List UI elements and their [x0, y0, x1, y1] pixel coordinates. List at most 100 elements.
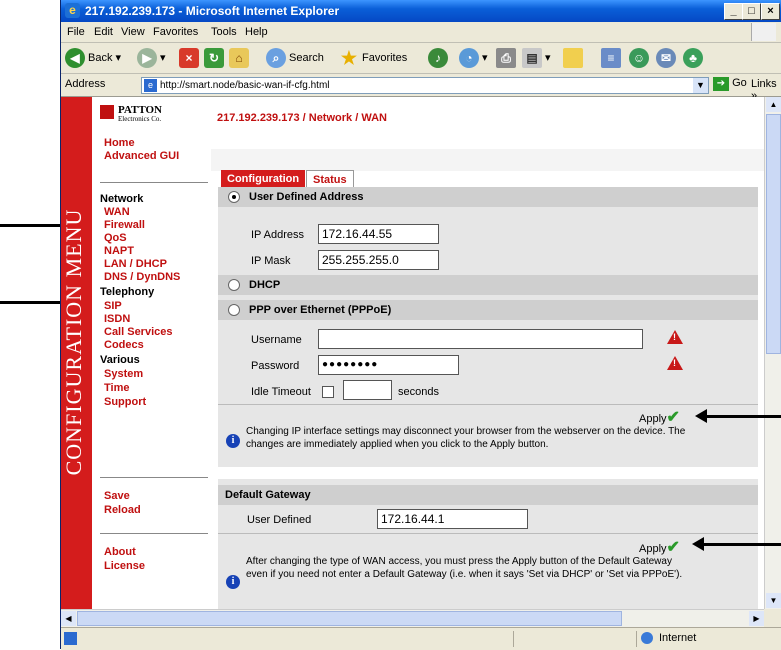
go-arrow-icon: ➔	[713, 77, 729, 91]
star-icon: ★	[340, 48, 358, 69]
section-label: Default Gateway	[225, 489, 311, 501]
edit-button[interactable]: ▤ ▾	[522, 48, 551, 69]
tab-configuration[interactable]: Configuration	[221, 170, 306, 188]
sidebar-item-isdn[interactable]: ISDN	[104, 313, 130, 325]
sidebar-item-lan-dhcp[interactable]: LAN / DHCP	[104, 258, 167, 270]
gateway-note: After changing the type of WAN access, y…	[246, 556, 683, 580]
scroll-left-icon[interactable]: ◀	[61, 611, 76, 626]
home-button[interactable]: ⌂	[229, 48, 252, 69]
close-button[interactable]: ×	[761, 3, 780, 20]
nav-heading-telephony: Telephony	[100, 286, 155, 298]
radio-pppoe[interactable]	[228, 304, 240, 316]
idle-timeout-input[interactable]	[343, 380, 392, 400]
tab-status[interactable]: Status	[306, 170, 354, 188]
toolbar: ◀ Back ▾ ▶ ▾ × ↻ ⌂ ⌕ Search ★ Favorites ♪ ◔ ▾…	[61, 43, 781, 74]
sidebar-item-firewall[interactable]: Firewall	[104, 219, 145, 231]
username-input[interactable]	[318, 329, 643, 349]
scroll-thumb[interactable]	[766, 114, 781, 354]
nav-heading-various: Various	[100, 354, 140, 366]
discuss-button[interactable]: ✉	[656, 48, 679, 69]
favorites-label: Favorites	[362, 52, 408, 64]
menu-help[interactable]: Help	[245, 26, 268, 38]
search-button[interactable]: ⌕ Search	[266, 48, 324, 69]
ip-address-input[interactable]: 172.16.44.55	[318, 224, 439, 244]
sidebar-item-home[interactable]: Home	[104, 137, 135, 149]
menu-tools[interactable]: Tools	[211, 26, 237, 38]
check-icon: ✔	[666, 539, 680, 556]
radio-user-defined[interactable]	[228, 191, 240, 203]
sidebar-item-system[interactable]: System	[104, 368, 143, 380]
sidebar-item-codecs[interactable]: Codecs	[104, 339, 144, 351]
sidebar-item-dns-dyndns[interactable]: DNS / DynDNS	[104, 271, 180, 283]
sidebar-item-support[interactable]: Support	[104, 396, 146, 408]
menu-edit[interactable]: Edit	[94, 26, 113, 38]
stop-button[interactable]: ×	[179, 48, 202, 69]
section-label: User Defined Address	[249, 191, 364, 203]
go-label: Go	[732, 77, 747, 89]
sidebar-item-call-services[interactable]: Call Services	[104, 326, 173, 338]
messenger-button[interactable]: ☺	[629, 48, 652, 69]
section-pppoe: PPP over Ethernet (PPPoE)	[218, 300, 758, 320]
tab-strip	[211, 149, 764, 171]
go-button[interactable]: ➔ Go	[713, 77, 747, 91]
password-input[interactable]: ●●●●●●●●	[318, 355, 459, 375]
apply-button-1[interactable]: Apply✔	[639, 407, 680, 427]
ip-mask-input[interactable]: 255.255.255.0	[318, 250, 439, 270]
horizontal-scrollbar[interactable]: ◀ ▶	[61, 609, 764, 627]
folder-button[interactable]	[563, 48, 586, 69]
back-label: Back	[88, 52, 113, 64]
scroll-thumb[interactable]	[77, 611, 622, 626]
section-user-defined: User Defined Address	[218, 187, 758, 207]
menu-file[interactable]: File	[67, 26, 85, 38]
back-button[interactable]: ◀ Back ▾	[65, 48, 121, 69]
section-label: DHCP	[249, 279, 281, 291]
maximize-button[interactable]: □	[742, 3, 761, 20]
scroll-down-icon[interactable]: ▼	[766, 593, 781, 608]
sidebar-item-license[interactable]: License	[104, 560, 145, 572]
sidebar-item-reload[interactable]: Reload	[104, 504, 141, 516]
scroll-right-icon[interactable]: ▶	[749, 611, 764, 626]
idle-timeout-checkbox[interactable]	[322, 386, 334, 398]
gateway-type-label: User Defined	[247, 514, 312, 526]
refresh-icon: ↻	[204, 48, 224, 69]
sidebar-item-sip[interactable]: SIP	[104, 300, 122, 312]
minimize-button[interactable]: _	[724, 3, 743, 20]
sidebar-item-time[interactable]: Time	[104, 382, 129, 394]
favorites-button[interactable]: ★ Favorites	[339, 48, 407, 68]
radio-dhcp[interactable]	[228, 279, 240, 291]
refresh-button[interactable]: ↻	[204, 48, 227, 69]
stop-icon: ×	[179, 48, 199, 69]
menu-view[interactable]: View	[121, 26, 145, 38]
research-button[interactable]: ≡	[601, 48, 624, 69]
sidebar-item-wan[interactable]: WAN	[104, 206, 130, 218]
print-button[interactable]: ⎙	[496, 48, 519, 69]
media-button[interactable]: ♪	[428, 48, 451, 69]
gateway-input[interactable]: 172.16.44.1	[377, 509, 528, 529]
msn-button[interactable]: ♣	[683, 48, 706, 69]
window-title: 217.192.239.173 - Microsoft Internet Exp…	[85, 4, 340, 18]
address-dropdown-icon[interactable]: ▼	[693, 78, 708, 93]
sidebar-item-qos[interactable]: QoS	[104, 232, 127, 244]
sidebar-item-napt[interactable]: NAPT	[104, 245, 134, 257]
apply-button-2[interactable]: Apply✔	[639, 537, 680, 557]
sidebar-item-about[interactable]: About	[104, 546, 136, 558]
media-icon: ♪	[428, 48, 448, 69]
breadcrumb: 217.192.239.173 / Network / WAN	[217, 112, 387, 124]
sidebar-item-save[interactable]: Save	[104, 490, 130, 502]
windows-flag-icon	[751, 23, 776, 41]
zone-pane: Internet	[636, 631, 777, 647]
sidebar-item-advanced-gui[interactable]: Advanced GUI	[104, 150, 179, 162]
forward-button[interactable]: ▶ ▾	[137, 48, 166, 69]
divider	[218, 404, 758, 405]
address-label: Address	[65, 78, 106, 90]
warning-icon: !	[667, 330, 683, 344]
history-button[interactable]: ◔ ▾	[459, 48, 488, 69]
warning-icon: !	[667, 356, 683, 370]
info-icon: i	[226, 575, 240, 589]
scroll-up-icon[interactable]: ▲	[766, 97, 781, 112]
address-input[interactable]: e http://smart.node/basic-wan-if-cfg.htm…	[141, 77, 709, 94]
menu-favorites[interactable]: Favorites	[153, 26, 198, 38]
vertical-scrollbar[interactable]: ▲ ▼	[764, 97, 781, 609]
back-arrow-icon: ◀	[65, 48, 85, 69]
main-content: 217.192.239.173 / Network / WAN Configur…	[211, 97, 764, 609]
